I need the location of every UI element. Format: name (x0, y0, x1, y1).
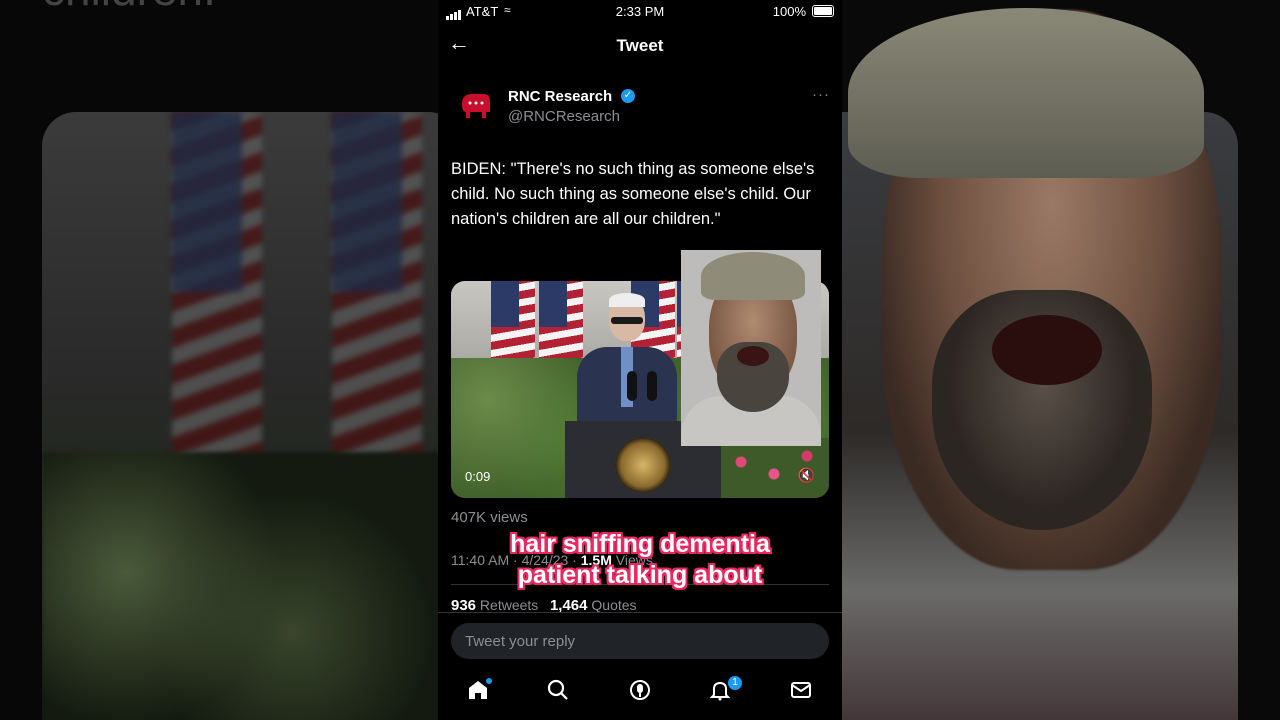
presidential-seal (615, 437, 671, 493)
page-title: Tweet (616, 36, 664, 55)
rnc-elephant-logo (462, 94, 490, 118)
tweet-views: 407K views (451, 509, 528, 526)
overlay-mouth (737, 346, 769, 366)
battery-icon (812, 5, 834, 17)
overlay-cap (701, 252, 805, 300)
tweet-text: BIDEN: "There's no such thing as someone… (451, 160, 815, 228)
background-cap (848, 8, 1204, 178)
quotes-label: Quotes (591, 597, 637, 613)
video-microphones (621, 371, 665, 421)
notifications-icon[interactable]: 1 (702, 676, 742, 708)
background-flag-union (332, 112, 402, 292)
author-name[interactable]: RNC Research (508, 88, 612, 105)
background-mouth (992, 315, 1102, 385)
mute-icon[interactable]: 🔇 (798, 467, 815, 484)
status-bar: AT&T ≈ 2:33 PM 100% (438, 0, 842, 22)
battery-percent: 100% (772, 4, 806, 19)
creator-video-overlay (681, 250, 821, 446)
tweet-author[interactable]: RNC Research ✓ @RNCResearch ··· (458, 86, 830, 132)
home-unread-dot (486, 678, 492, 684)
spaces-icon[interactable] (622, 678, 658, 708)
background-flag-union (172, 112, 242, 292)
video-duration: 0:09 (465, 469, 491, 484)
background-left-frame (42, 112, 438, 720)
messages-icon[interactable] (783, 678, 819, 708)
home-icon[interactable] (460, 678, 496, 708)
tweet-header: ← Tweet (438, 28, 842, 64)
more-icon[interactable]: ··· (812, 86, 830, 103)
background-right-blurred-video (842, 0, 1280, 720)
verified-icon: ✓ (621, 89, 635, 103)
reply-bar (438, 612, 842, 669)
author-handle[interactable]: @RNCResearch (508, 108, 620, 125)
retweets-label: Retweets (479, 597, 539, 613)
quotes-link[interactable]: 1,464 Quotes (550, 597, 637, 614)
caption-line-1: hair sniffing dementia (510, 530, 770, 558)
background-bushes (42, 452, 438, 720)
search-icon[interactable] (540, 678, 576, 708)
reply-input[interactable] (451, 623, 829, 659)
background-left-blurred-video: children. (0, 0, 438, 720)
background-ghost-text: children. (42, 0, 216, 16)
retweets-link[interactable]: 936 Retweets (451, 597, 539, 614)
notifications-badge: 1 (728, 676, 742, 690)
tab-bar: 1 (438, 668, 842, 720)
caption-line-2: patient talking about (517, 561, 763, 589)
